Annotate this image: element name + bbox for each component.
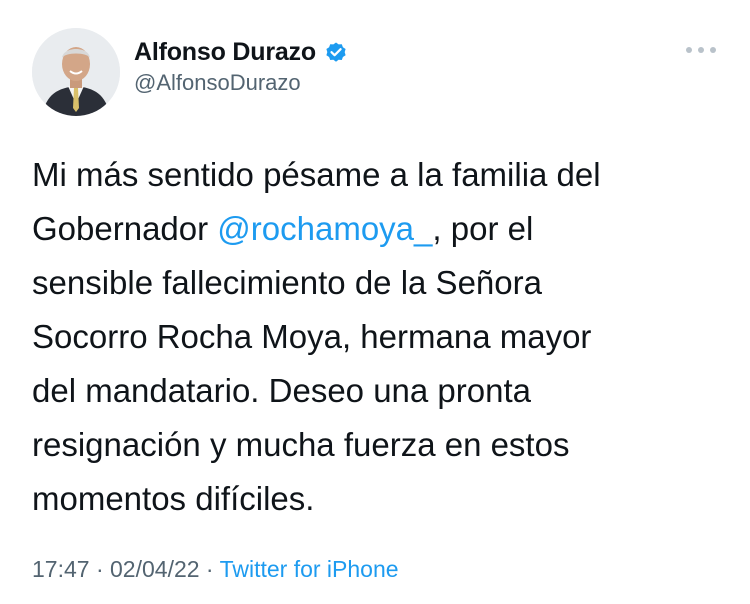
mention-link[interactable]: @rochamoya_	[217, 210, 432, 247]
more-dot	[710, 47, 716, 53]
tweet-date[interactable]: 02/04/22	[110, 556, 200, 582]
tweet-meta: 17:47 · 02/04/22 · Twitter for iPhone	[32, 556, 399, 583]
author-display-name[interactable]: Alfonso Durazo	[134, 38, 316, 67]
tweet-line: resignación y mucha fuerza en estos	[32, 418, 722, 472]
tweet-text-segment: resignación y mucha fuerza en estos	[32, 426, 570, 463]
tweet-time[interactable]: 17:47	[32, 556, 90, 582]
profile-photo	[32, 28, 120, 116]
tweet-text-segment: Mi más sentido pésame a la familia del	[32, 156, 601, 193]
author-avatar[interactable]	[32, 28, 120, 116]
tweet-line: sensible fallecimiento de la Señora	[32, 256, 722, 310]
tweet-line: momentos difíciles.	[32, 472, 722, 526]
tweet-source-link[interactable]: Twitter for iPhone	[220, 556, 399, 582]
verified-badge-icon	[326, 42, 346, 62]
tweet-text-segment: sensible fallecimiento de la Señora	[32, 264, 542, 301]
more-options-icon[interactable]	[686, 40, 716, 60]
tweet-text: Mi más sentido pésame a la familia del G…	[32, 148, 722, 526]
meta-separator: ·	[89, 556, 111, 582]
tweet-text-segment: momentos difíciles.	[32, 480, 315, 517]
tweet-line: Socorro Rocha Moya, hermana mayor	[32, 310, 722, 364]
tweet-text-segment: del mandatario. Deseo una pronta	[32, 372, 531, 409]
meta-separator: ·	[199, 556, 220, 582]
author-handle[interactable]: @AlfonsoDurazo	[134, 70, 301, 96]
more-dot	[698, 47, 704, 53]
tweet-line: Gobernador @rochamoya_, por el	[32, 202, 722, 256]
more-dot	[686, 47, 692, 53]
tweet-line: del mandatario. Deseo una pronta	[32, 364, 722, 418]
tweet-text-segment: Socorro Rocha Moya, hermana mayor	[32, 318, 592, 355]
tweet-text-segment: Gobernador	[32, 210, 218, 247]
tweet-card: Alfonso Durazo @AlfonsoDurazo Mi más sen…	[0, 0, 750, 604]
tweet-line: Mi más sentido pésame a la familia del	[32, 148, 722, 202]
tweet-text-segment: , por el	[432, 210, 534, 247]
author-name-row: Alfonso Durazo	[134, 38, 348, 67]
